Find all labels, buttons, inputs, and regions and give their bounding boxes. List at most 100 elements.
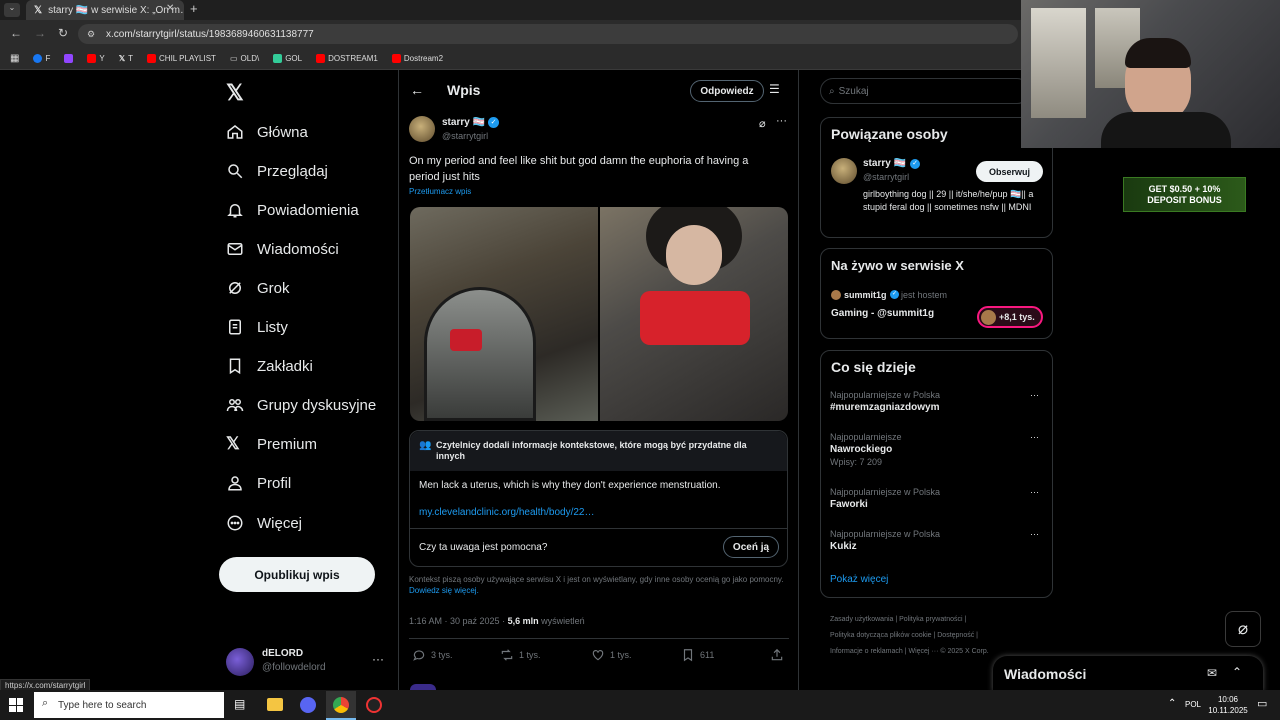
tab-list-button[interactable]: ⌄	[4, 3, 20, 17]
sidebar-item-profile[interactable]: Profil	[226, 468, 396, 498]
bookmark-old[interactable]: ▭ OLD\	[230, 54, 259, 63]
more-icon[interactable]: ···	[1030, 529, 1039, 539]
account-switcher[interactable]: dELORD @followdelord ···	[226, 646, 386, 678]
post-image-left[interactable]	[410, 207, 598, 421]
x-logo-icon[interactable]: 𝕏	[226, 80, 244, 106]
reply-button[interactable]: Odpowiedz	[690, 80, 764, 102]
bookmark-f[interactable]: F	[33, 54, 50, 63]
bookmark-dostream2[interactable]: Dostream2	[391, 54, 443, 63]
sidebar-item-home[interactable]: Główna	[226, 117, 396, 147]
bookmark-action[interactable]: 611	[681, 648, 714, 662]
back-icon[interactable]: ←	[10, 26, 22, 40]
trend-name: Nawrockiego	[830, 444, 893, 455]
new-message-icon[interactable]: ✉	[1207, 666, 1217, 680]
site-info-icon[interactable]: ⚙	[87, 29, 95, 40]
rate-note-button[interactable]: Oceń ją	[723, 536, 779, 558]
trend-item[interactable]: Najpopularniejsze Nawrockiego Wpisy: 7 2…	[830, 432, 1040, 467]
footer-line[interactable]: Polityka dotycząca plików cookie | Dostę…	[830, 628, 1050, 644]
sidebar-item-label: Premium	[257, 435, 318, 453]
sidebar-item-communities[interactable]: Grupy dyskusyjne	[226, 390, 396, 420]
bookmark-dostream1[interactable]: DOSTREAM1	[316, 54, 378, 63]
trend-item[interactable]: Najpopularniejsze w Polska Kukiz ···	[830, 529, 1040, 552]
more-icon[interactable]: ···	[372, 652, 384, 666]
sidebar-item-label: Profil	[257, 474, 292, 492]
page-title: Wpis	[447, 82, 481, 98]
translate-link[interactable]: Przetłumacz wpis	[409, 187, 471, 196]
ad-text: GET $0.50 + 10%	[1148, 184, 1221, 194]
note-header-text: Czytelnicy dodali informacje kontekstowe…	[436, 440, 747, 461]
tray-chevron-icon[interactable]: ⌃	[1168, 698, 1176, 709]
discord-icon[interactable]	[300, 697, 316, 713]
app-icon[interactable]	[366, 697, 382, 713]
more-icon[interactable]: ···	[1030, 432, 1039, 442]
language-indicator[interactable]: POL	[1185, 700, 1201, 709]
bookmark-chil-playlist[interactable]: CHIL PLAYLIST	[147, 54, 216, 63]
red-top	[450, 329, 482, 351]
search-input[interactable]: ⌕ Szukaj	[820, 78, 1030, 104]
more-icon[interactable]: ···	[776, 115, 787, 127]
note-link[interactable]: my.clevelandclinic.org/health/body/22…	[419, 507, 594, 518]
clock[interactable]: 10:06 10.11.2025	[1208, 694, 1248, 716]
live-host[interactable]: summit1g	[844, 290, 887, 300]
reload-icon[interactable]: ↻	[58, 26, 68, 40]
sidebar-item-label: Powiadomienia	[257, 201, 359, 219]
live-listeners-badge[interactable]: +8,1 tys.	[977, 306, 1043, 328]
follow-button[interactable]: Obserwuj	[976, 161, 1043, 182]
new-tab-icon[interactable]: +	[190, 1, 198, 16]
share-action[interactable]	[770, 648, 784, 662]
footer-line[interactable]: Zasady użytkowania | Polityka prywatnośc…	[830, 612, 1050, 628]
bookmark-twitch[interactable]	[64, 54, 74, 63]
notifications-icon[interactable]: ▭	[1257, 697, 1267, 710]
grok-icon[interactable]: ⌀	[759, 117, 766, 130]
sidebar-item-more[interactable]: Więcej	[226, 508, 396, 538]
messages-drawer[interactable]: Wiadomości ✉ ⌃	[993, 656, 1263, 692]
grok-float-button[interactable]: ⌀	[1225, 611, 1261, 647]
tab-title: starry 🏳️‍⚧️ w serwisie X: „On m…	[48, 4, 184, 16]
post-author[interactable]: starry 🏳️‍⚧️	[442, 117, 485, 128]
avatar[interactable]	[409, 116, 435, 142]
related-people-card: Powiązane osoby starry 🏳️‍⚧️ ✓ @starrytg…	[820, 117, 1053, 238]
more-icon[interactable]: ···	[1030, 487, 1039, 497]
apps-grid-icon[interactable]: ▦	[10, 53, 19, 64]
trend-item[interactable]: Najpopularniejsze w Polska #muremzagniaz…	[830, 390, 1040, 413]
expand-up-icon[interactable]: ⌃	[1232, 665, 1242, 679]
post-image-right[interactable]	[600, 207, 788, 421]
more-icon[interactable]: ···	[1030, 390, 1039, 400]
tab-close-icon[interactable]: ✕	[166, 3, 174, 14]
related-handle[interactable]: @starrytgirl	[863, 172, 909, 182]
task-view-icon[interactable]: ▤	[234, 697, 245, 711]
publish-post-button[interactable]: Opublikuj wpis	[219, 557, 375, 592]
sidebar-item-lists[interactable]: Listy	[226, 312, 396, 342]
related-name[interactable]: starry 🏳️‍⚧️	[863, 158, 906, 169]
trend-item[interactable]: Najpopularniejsze w Polska Faworki ···	[830, 487, 1040, 510]
taskbar-search-input[interactable]: ⌕ Type here to search	[34, 692, 224, 718]
learn-more-link[interactable]: Dowiedz się więcej.	[409, 586, 479, 595]
chrome-icon[interactable]	[326, 691, 356, 720]
forward-icon[interactable]: →	[34, 26, 46, 40]
sliders-icon[interactable]: ☰	[769, 82, 780, 96]
url-text: x.com/starrytgirl/status/198368946063113…	[106, 28, 314, 40]
file-explorer-icon[interactable]	[267, 698, 283, 711]
sidebar-item-notifications[interactable]: Powiadomienia	[226, 195, 396, 225]
sidebar-item-bookmarks[interactable]: Zakładki	[226, 351, 396, 381]
windows-start-icon[interactable]	[9, 698, 23, 712]
post-handle[interactable]: @starrytgirl	[442, 131, 488, 141]
sidebar-item-messages[interactable]: Wiadomości	[226, 234, 396, 264]
bookmark-t[interactable]: 𝕏T	[119, 54, 133, 63]
bookmark-gol[interactable]: GOL	[273, 54, 302, 63]
browser-tab-active[interactable]: 𝕏 starry 🏳️‍⚧️ w serwisie X: „On m…	[26, 0, 184, 20]
ad-banner[interactable]: GET $0.50 + 10% DEPOSIT BONUS	[1123, 177, 1246, 212]
reply-action[interactable]: 3 tys.	[412, 648, 453, 662]
like-action[interactable]: 1 tys.	[591, 648, 632, 662]
live-title[interactable]: Gaming - @summit1g	[831, 308, 934, 319]
avatar[interactable]	[831, 158, 857, 184]
bookmark-y[interactable]: Y	[87, 54, 105, 63]
reply-icon	[413, 650, 425, 661]
sidebar-item-explore[interactable]: Przeglądaj	[226, 156, 396, 186]
sidebar-item-grok[interactable]: Grok	[226, 273, 396, 303]
back-arrow-icon[interactable]: ←	[410, 82, 424, 98]
repost-action[interactable]: 1 tys.	[500, 648, 541, 662]
show-more-link[interactable]: Pokaż więcej	[830, 574, 888, 585]
url-field[interactable]: ⚙ x.com/starrytgirl/status/1983689460631…	[78, 24, 1018, 44]
sidebar-item-premium[interactable]: 𝕏 Premium	[226, 429, 396, 459]
